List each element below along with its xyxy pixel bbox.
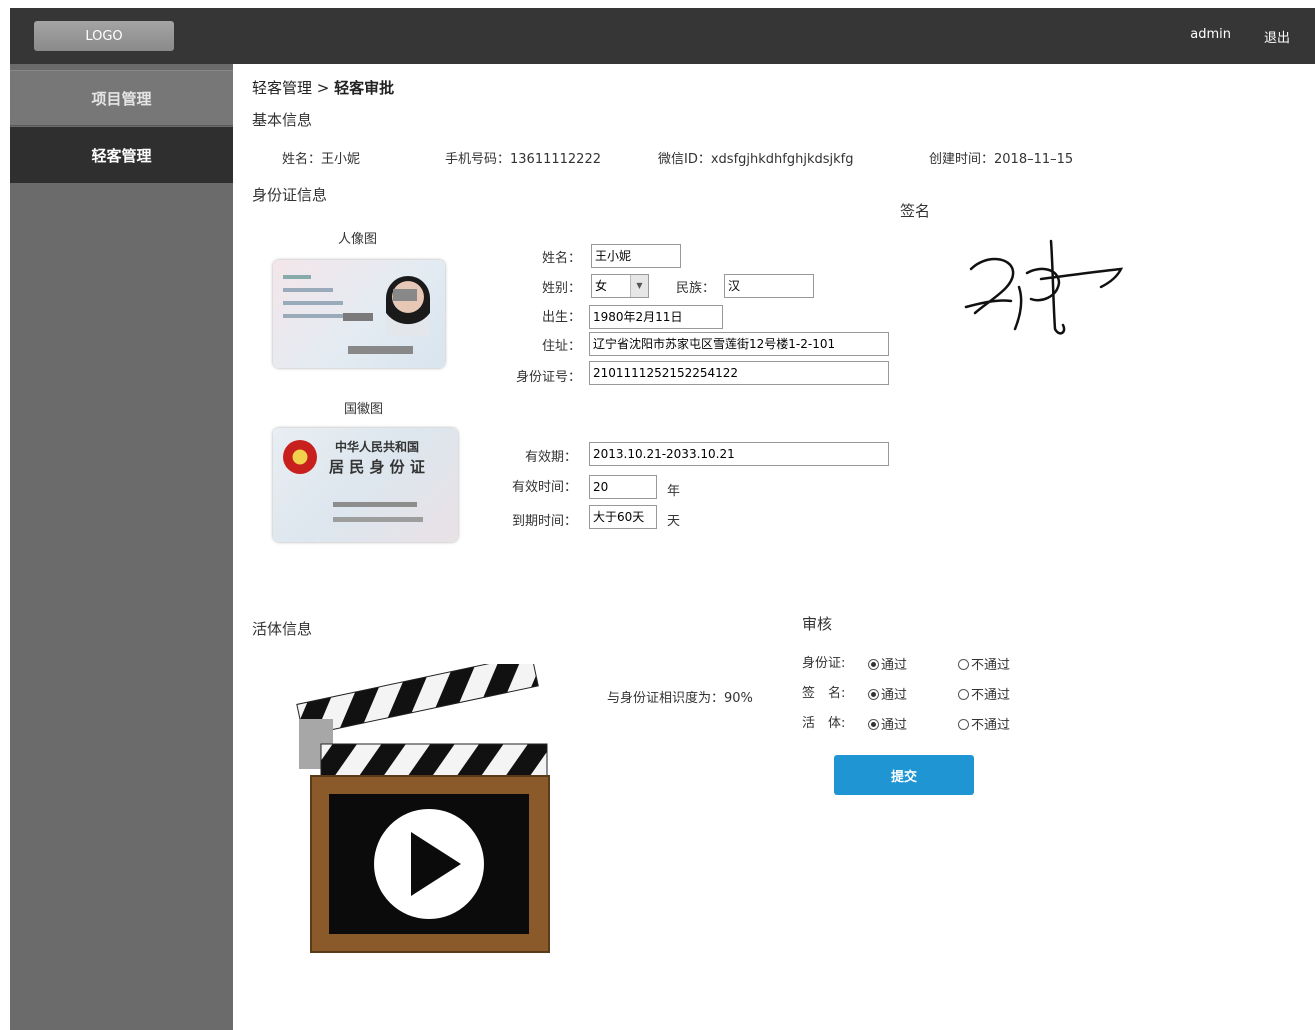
emblem-icon [283,440,317,474]
years-unit: 年 [667,484,681,499]
form-valid-label: 有效期： [524,450,577,465]
form-birth-input[interactable]: 1980年2月11日 [589,305,723,329]
review-row-liveness-label: 活 体: [802,716,846,731]
form-name-label: 姓名： [541,251,581,266]
form-gender-label: 姓别： [541,281,581,296]
sidebar: 项目管理 轻客管理 [10,64,233,1030]
review-row-signature-label: 签 名: [802,686,846,701]
review-liveness-pass-radio[interactable]: 通过 [868,714,907,733]
breadcrumb-current: 轻客审批 [334,79,395,97]
form-ethnic-label: 民族： [675,281,715,296]
review-signature-pass-radio[interactable]: 通过 [868,684,907,703]
signature-image [964,239,1124,335]
form-expire-input[interactable]: 大于60天 [589,505,657,529]
review-row-id-label: 身份证: [802,656,846,671]
id-info-title: 身份证信息 [252,186,328,204]
form-valid-input[interactable]: 2013.10.21-2033.10.21 [589,442,889,466]
review-id-fail-radio[interactable]: 不通过 [958,654,1010,673]
similarity-text: 与身份证相识度为：90% [607,691,753,706]
form-gender-value: 女 [595,279,608,293]
portrait-label: 人像图 [338,232,378,247]
form-address-input[interactable]: 辽宁省沈阳市苏家屯区雪莲街12号楼1-2-101 [589,332,889,356]
top-bar: LOGO admin 退出 [10,8,1315,64]
review-id-pass-radio[interactable]: 通过 [868,654,907,673]
sidebar-item-customer[interactable]: 轻客管理 [10,127,233,183]
form-gender-select[interactable]: 女 ▼ [591,274,649,298]
form-name-input[interactable]: 王小妮 [591,244,681,268]
days-unit: 天 [667,514,681,529]
form-ethnic-input[interactable]: 汉 [724,274,814,298]
basic-name: 姓名：王小妮 [282,152,361,167]
form-valid-years-input[interactable]: 20 [589,475,657,499]
basic-info-title: 基本信息 [252,111,313,129]
signature-title: 签名 [900,202,931,220]
breadcrumb: 轻客管理 > 轻客审批 [252,77,394,98]
form-address-label: 住址： [541,339,581,354]
logout-link[interactable]: 退出 [1264,27,1290,46]
liveness-title: 活体信息 [252,620,313,638]
form-valid-years-label: 有效时间： [511,480,577,495]
main-content: 轻客管理 > 轻客审批 基本信息 姓名：王小妮 手机号码：13611112222… [233,64,1315,1030]
form-expire-label: 到期时间： [511,514,577,529]
sidebar-item-project[interactable]: 项目管理 [10,70,233,126]
form-idno-label: 身份证号： [515,370,581,385]
video-player-icon[interactable] [291,664,581,964]
id-card-back-image[interactable]: 中华人民共和国 居 民 身 份 证 [273,428,458,542]
emblem-label: 国徽图 [344,402,384,417]
review-signature-fail-radio[interactable]: 不通过 [958,684,1010,703]
chevron-down-icon[interactable]: ▼ [630,275,648,297]
logo: LOGO [34,21,174,51]
submit-button[interactable]: 提交 [834,755,974,795]
basic-wechat: 微信ID：xdsfgjhkdhfghjkdsjkfg [658,152,854,167]
breadcrumb-parent[interactable]: 轻客管理 > [252,79,329,97]
form-birth-label: 出生： [541,310,581,325]
username[interactable]: admin [1190,27,1231,42]
basic-phone: 手机号码：13611112222 [445,152,601,167]
basic-created: 创建时间：2018–11–15 [929,152,1074,167]
review-title: 审核 [802,615,833,633]
review-liveness-fail-radio[interactable]: 不通过 [958,714,1010,733]
form-idno-input[interactable]: 2101111252152254122 [589,361,889,385]
id-card-front-image[interactable] [273,260,445,368]
